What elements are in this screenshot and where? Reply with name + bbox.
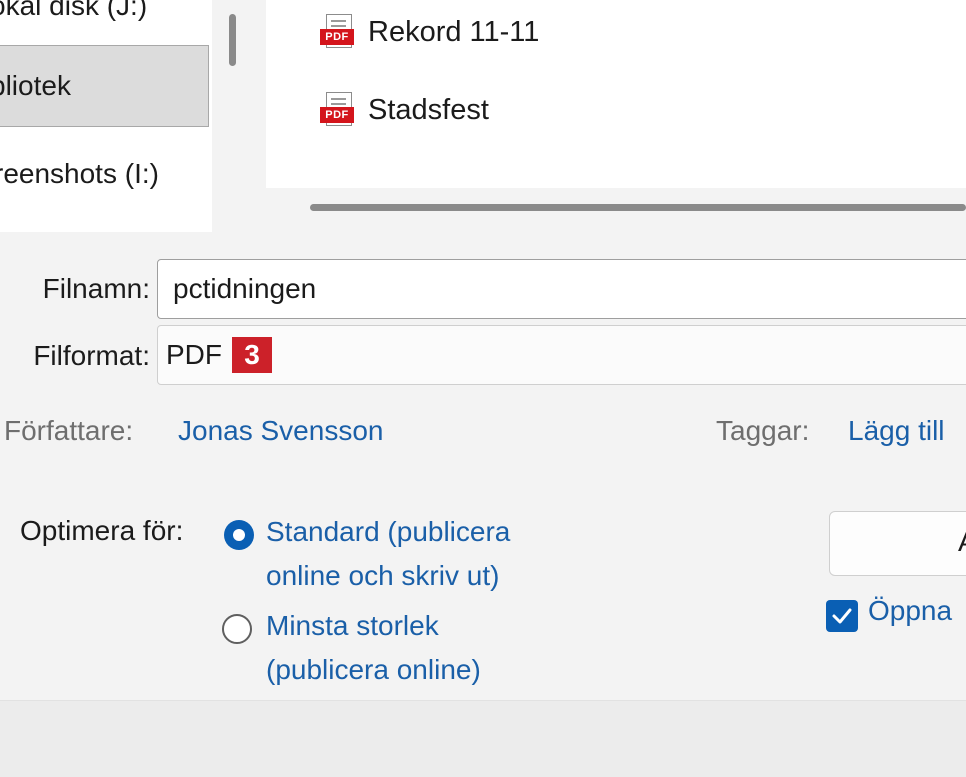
options-button-label: A: [958, 526, 966, 558]
radio-standard-label[interactable]: Standard (publicera online och skriv ut): [266, 510, 510, 598]
file-item-rekord[interactable]: PDF Rekord 11-11: [320, 14, 539, 50]
open-after-publish-checkbox[interactable]: [826, 600, 858, 632]
filename-value: pctidningen: [173, 273, 317, 304]
radio-minimum-size-label[interactable]: Minsta storlek (publicera online): [266, 604, 481, 692]
filename-label: Filnamn:: [42, 273, 150, 304]
filename-input[interactable]: pctidningen: [157, 259, 966, 319]
file-format-select[interactable]: PDF 3: [157, 325, 966, 385]
add-tag-link[interactable]: Lägg till: [848, 415, 945, 447]
options-button[interactable]: A: [829, 511, 966, 576]
pdf-file-icon: PDF: [320, 14, 354, 50]
file-item-stadsfest[interactable]: PDF Stadsfest: [320, 92, 489, 128]
nav-item-library-selected[interactable]: bliotek: [0, 45, 209, 127]
open-after-publish-label[interactable]: Öppna: [868, 595, 952, 627]
file-name: Stadsfest: [368, 93, 489, 126]
tags-label: Taggar:: [716, 415, 810, 446]
file-name: Rekord 11-11: [368, 15, 540, 48]
nav-scrollbar-thumb[interactable]: [229, 14, 236, 66]
pdf-file-icon: PDF: [320, 92, 354, 128]
horizontal-scrollbar-thumb[interactable]: [310, 204, 966, 211]
radio-standard[interactable]: [224, 520, 254, 550]
format-label: Filformat:: [33, 340, 150, 371]
nav-item-label: bliotek: [0, 70, 71, 101]
step-number-badge: 3: [232, 337, 272, 373]
navigation-pane: okal disk (J:) bliotek reenshots (I:): [0, 0, 212, 232]
nav-item-screenshots[interactable]: reenshots (I:): [0, 158, 159, 190]
nav-item-local-disk[interactable]: okal disk (J:): [0, 0, 147, 22]
dialog-footer: [0, 700, 966, 777]
file-format-value: PDF: [166, 339, 222, 370]
optimize-label: Optimera för:: [20, 515, 184, 546]
radio-minimum-size[interactable]: [222, 614, 252, 644]
checkmark-icon: [832, 608, 852, 624]
author-label: Författare:: [4, 415, 134, 446]
author-value-link[interactable]: Jonas Svensson: [178, 415, 383, 447]
